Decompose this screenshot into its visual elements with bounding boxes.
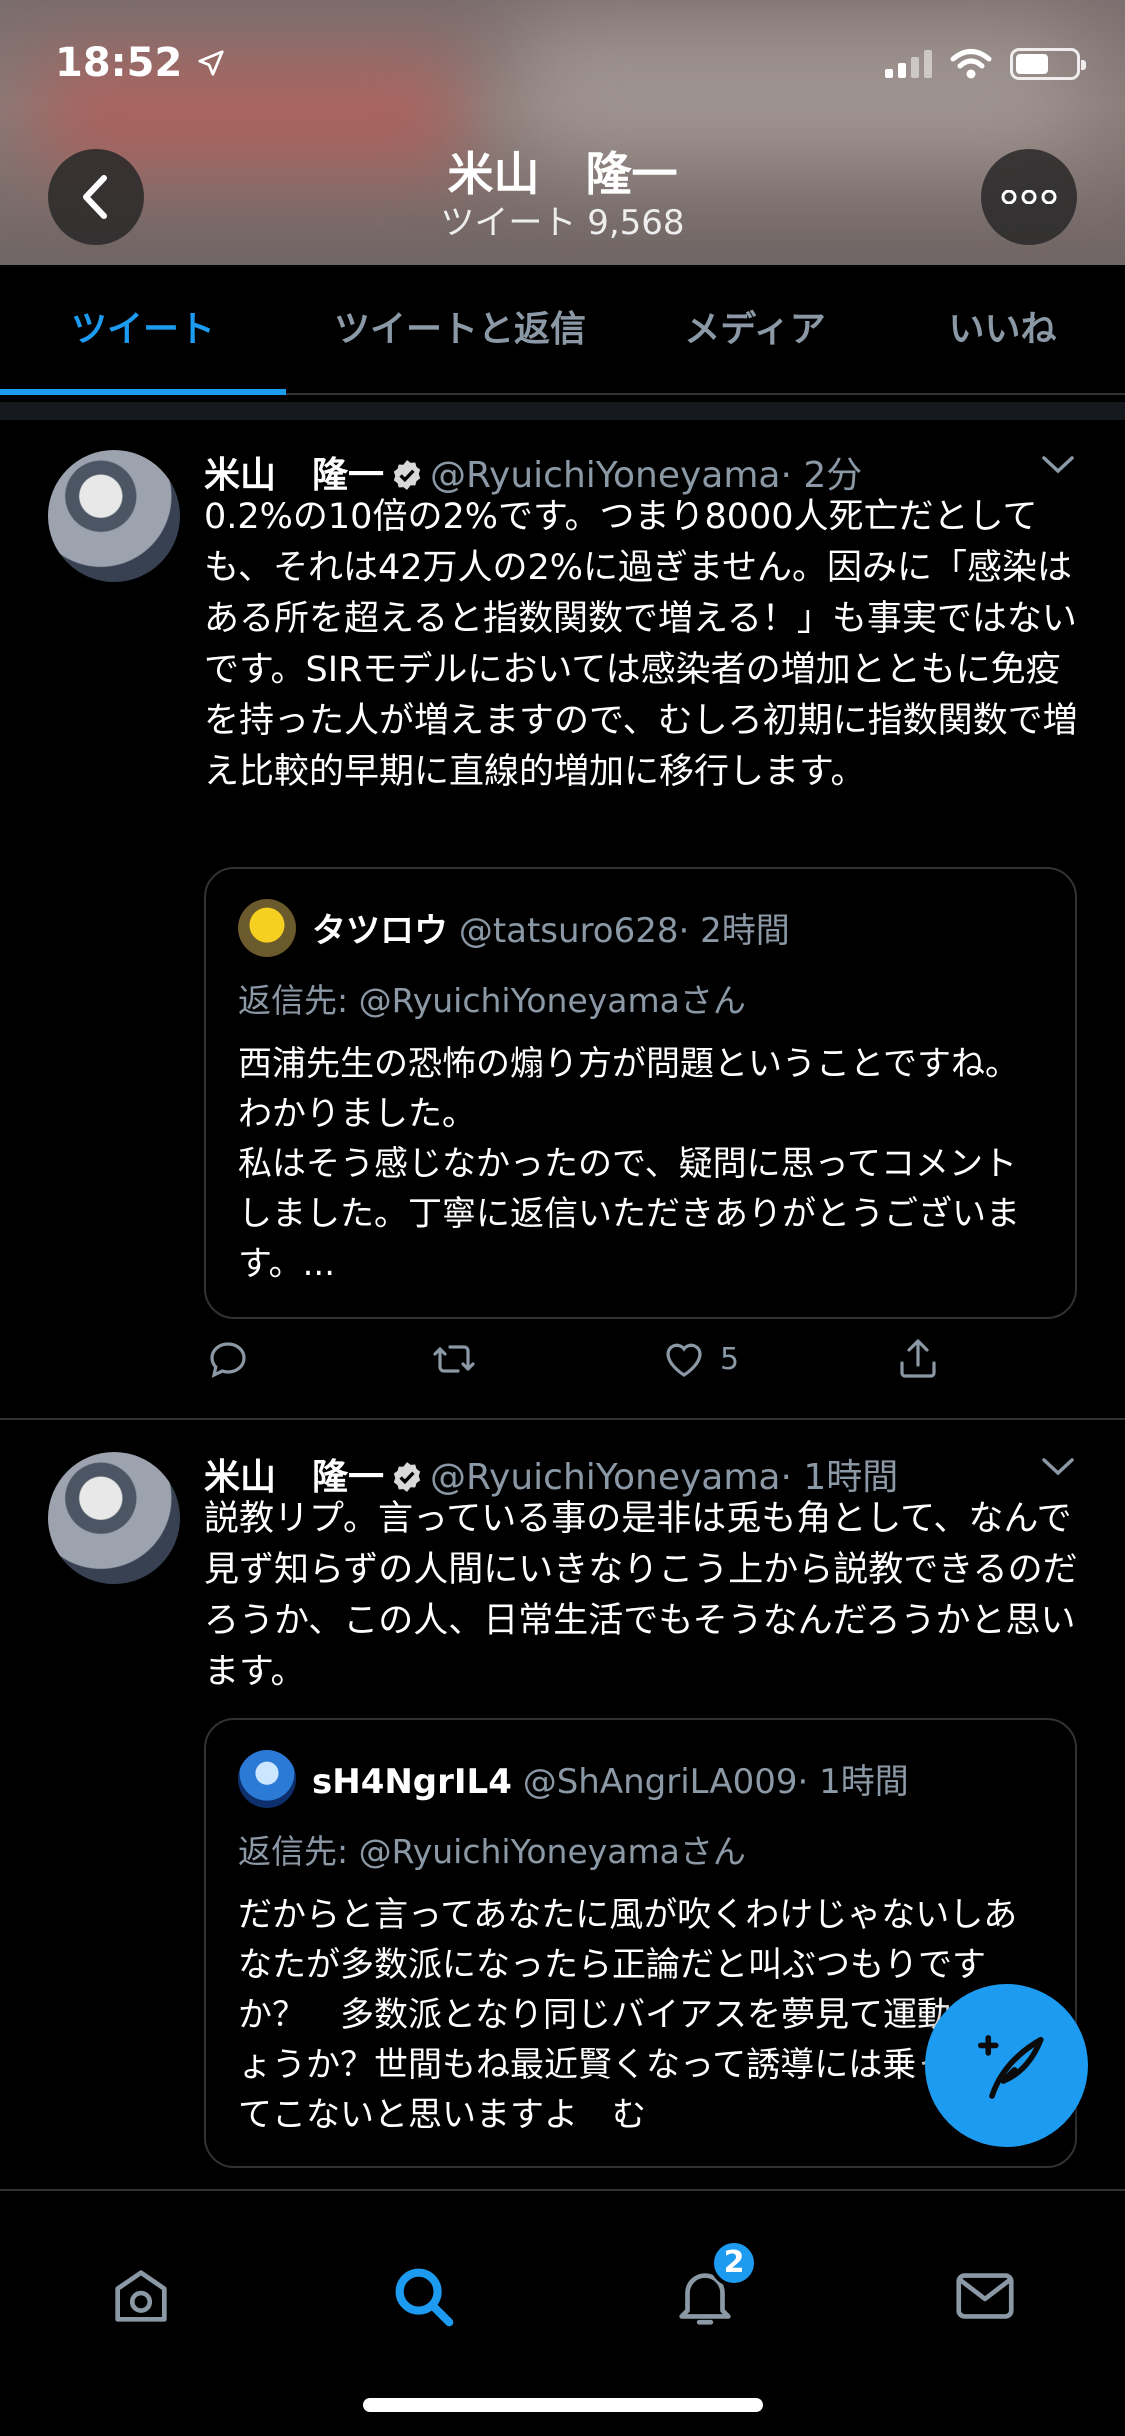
- tweet-header: 米山 隆一 @RyuichiYoneyama· 1時間: [204, 1448, 898, 1500]
- quoted-author-name: タツロウ: [312, 911, 448, 951]
- share-icon: [900, 1339, 936, 1378]
- nav-notifications[interactable]: 2: [670, 2239, 758, 2331]
- quoted-header: タツロウ @tatsuro628· 2時間: [312, 903, 790, 952]
- nav-home[interactable]: [106, 2261, 176, 2331]
- quoted-tweet[interactable]: タツロウ @tatsuro628· 2時間 返信先: @RyuichiYoney…: [204, 867, 1077, 1319]
- retweet-icon: [433, 1345, 475, 1373]
- status-time: 18:52: [55, 40, 226, 86]
- share-button[interactable]: [894, 1335, 942, 1383]
- heart-icon: [666, 1343, 702, 1377]
- quoted-time: · 2時間: [678, 911, 790, 951]
- tweet-menu-button[interactable]: [1040, 446, 1076, 486]
- chevron-down-icon: [1042, 1458, 1074, 1476]
- quoted-reply-to: 返信先: @RyuichiYoneyamaさん: [238, 981, 746, 1020]
- notification-badge: 2: [710, 2239, 758, 2287]
- tweet-header: 米山 隆一 @RyuichiYoneyama· 2分: [204, 446, 862, 498]
- bottom-navigation: 2: [0, 2189, 1125, 2436]
- search-icon: [395, 2268, 454, 2327]
- tweet-time: · 1時間: [780, 1457, 899, 1498]
- tweet[interactable]: 米山 隆一 @RyuichiYoneyama· 2分 0.2%の10倍の2%です。…: [0, 420, 1125, 1420]
- quoted-author-handle: @ShAngriLA009: [522, 1762, 798, 1802]
- section-divider: [0, 402, 1125, 420]
- quoted-header: sH4NgrIL4 @ShAngriLA009· 1時間: [312, 1754, 909, 1803]
- quoted-time: · 1時間: [797, 1762, 909, 1802]
- avatar[interactable]: [48, 1452, 180, 1584]
- tweet-author-name: 米山 隆一: [204, 1457, 385, 1498]
- reply-button[interactable]: [204, 1335, 252, 1383]
- quoted-author-handle: @tatsuro628: [458, 911, 679, 951]
- tab-tweets[interactable]: ツイート: [0, 265, 286, 395]
- reply-icon: [210, 1342, 246, 1378]
- messages-icon: [956, 2273, 1014, 2319]
- nav-search[interactable]: [388, 2261, 458, 2331]
- tweet-text: 0.2%の10倍の2%です。つまり8000人死亡だとしても、それは42万人の2%…: [204, 497, 1078, 792]
- tab-media[interactable]: メディア: [650, 265, 860, 395]
- verified-icon: [393, 1462, 421, 1492]
- compose-quill-icon: [977, 2034, 1044, 2099]
- quoted-text: 西浦先生の恐怖の煽り方が問題ということですね。わかりました。 私はそう感じなかっ…: [238, 1044, 1020, 1284]
- chevron-down-icon: [1042, 456, 1074, 474]
- avatar[interactable]: [48, 450, 180, 582]
- tweet-author-handle: @RyuichiYoneyama: [430, 1457, 781, 1498]
- profile-header: 18:52 米山 隆一 ツイート 9,568: [0, 0, 1125, 265]
- tab-tweets-and-replies[interactable]: ツイートと返信: [300, 265, 620, 395]
- nav-messages[interactable]: [950, 2261, 1020, 2331]
- tweet-text: 説教リプ。言っている事の是非は兎も角として、なんで見ず知らずの人間にいきなりこう…: [204, 1499, 1078, 1692]
- wifi-icon: [950, 49, 992, 79]
- tweet-author-handle: @RyuichiYoneyama: [430, 455, 781, 496]
- active-tab-indicator: [0, 389, 286, 395]
- quoted-avatar: [238, 899, 296, 957]
- retweet-button[interactable]: [430, 1335, 478, 1383]
- home-indicator[interactable]: [363, 2398, 763, 2412]
- tweet-count: ツイート 9,568: [440, 203, 685, 243]
- like-count: 5: [720, 1341, 740, 1377]
- tweet-actions: 5: [204, 1335, 964, 1395]
- battery-icon: [1010, 48, 1086, 80]
- quoted-text: だからと言ってあなたに風が吹くわけじゃないしあなたが多数派になったら正論だと叫ぶ…: [238, 1895, 1019, 2135]
- more-options-button[interactable]: [981, 149, 1077, 245]
- quoted-avatar: [238, 1750, 296, 1808]
- tab-likes[interactable]: いいね: [900, 265, 1105, 395]
- tweet-author-name: 米山 隆一: [204, 455, 385, 496]
- compose-tweet-button[interactable]: [925, 1984, 1088, 2147]
- more-icon: [1001, 190, 1057, 204]
- verified-icon: [393, 460, 421, 490]
- status-time-text: 18:52: [55, 40, 183, 86]
- quoted-reply-to: 返信先: @RyuichiYoneyamaさん: [238, 1832, 746, 1871]
- tweet-menu-button[interactable]: [1040, 1448, 1076, 1488]
- tweet-time: · 2分: [780, 455, 863, 496]
- signal-icon: [885, 50, 932, 78]
- quoted-author-name: sH4NgrIL4: [312, 1762, 512, 1802]
- location-icon: [198, 50, 224, 76]
- home-icon: [115, 2270, 167, 2322]
- profile-tabs: ツイート ツイートと返信 メディア いいね: [0, 265, 1125, 395]
- like-button[interactable]: 5: [660, 1335, 739, 1383]
- status-icons: [885, 48, 1086, 80]
